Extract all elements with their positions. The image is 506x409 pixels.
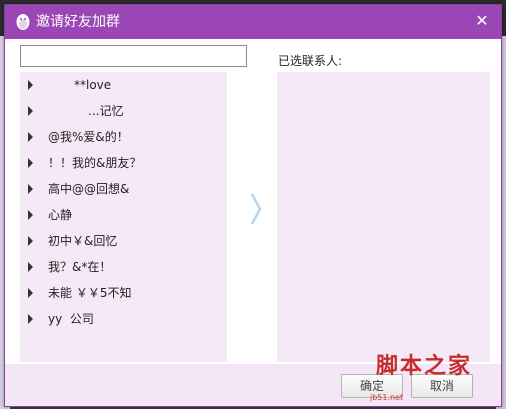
redacted-text	[48, 104, 88, 116]
friend-group-name: **love	[48, 77, 111, 93]
triangle-right-icon[interactable]	[28, 106, 33, 116]
friend-group-label: ！！我的&朋友？	[48, 156, 142, 170]
friend-group-name: @我%爱&的！	[48, 129, 129, 145]
selected-contacts-label: 已选联系人:	[278, 54, 343, 68]
search-input[interactable]	[20, 45, 247, 67]
triangle-right-icon[interactable]	[28, 184, 33, 194]
title-bar: 邀请好友加群 ✕	[5, 5, 501, 39]
friend-group-label: 高中@@回想&	[48, 182, 130, 196]
friend-group-item[interactable]: @我%爱&的！	[20, 124, 227, 150]
friend-group-name: 我？&*在！	[48, 259, 111, 275]
triangle-right-icon[interactable]	[28, 158, 33, 168]
redacted-text	[48, 78, 74, 90]
selected-contacts-list[interactable]	[277, 72, 490, 362]
friend-group-name: yy 公司	[48, 311, 94, 327]
friend-group-name: ...记忆	[48, 103, 123, 119]
friend-group-list[interactable]: **love ...记忆 @我%爱&的！ ！！我的&朋友？ 高中@@回想& 心静初中￥&回…	[20, 72, 227, 362]
friend-group-name: ！！我的&朋友？	[48, 155, 141, 171]
friend-group-label: **love	[74, 78, 112, 92]
friend-group-label: yy 公司	[48, 312, 94, 326]
triangle-right-icon[interactable]	[28, 262, 33, 272]
friend-group-label: 未能 ￥￥5不知	[48, 286, 132, 300]
watermark-url: jb51.net	[370, 393, 404, 402]
friend-group-label: 我？&*在！	[48, 260, 112, 274]
friend-group-label: 心静	[48, 208, 73, 222]
friend-group-item[interactable]: 我？&*在！	[20, 254, 227, 280]
friend-group-item[interactable]: ！！我的&朋友？	[20, 150, 227, 176]
dialog-content: **love ...记忆 @我%爱&的！ ！！我的&朋友？ 高中@@回想& 心静初中￥&回…	[5, 39, 501, 364]
friend-group-item[interactable]: ...记忆	[20, 98, 227, 124]
friend-group-name: 心静	[48, 207, 72, 223]
friend-group-name: 初中￥&回忆	[48, 233, 117, 249]
friend-group-item[interactable]: **love	[20, 72, 227, 98]
triangle-right-icon[interactable]	[28, 314, 33, 324]
window-title: 邀请好友加群	[36, 14, 120, 30]
friend-group-item[interactable]: 高中@@回想&	[20, 176, 227, 202]
friend-group-item[interactable]: 未能 ￥￥5不知	[20, 280, 227, 306]
friend-group-label: ...记忆	[88, 104, 124, 118]
watermark-logo: 脚本之家	[376, 353, 473, 379]
invite-friends-dialog: 邀请好友加群 ✕ **love ...记忆 @我%爱&的！ ！！我的&朋友？ 高中@@回…	[4, 4, 502, 407]
friend-group-item[interactable]: 心静	[20, 202, 227, 228]
penguin-icon	[16, 14, 30, 30]
chevron-right-icon[interactable]	[249, 192, 263, 226]
friend-group-label: 初中￥&回忆	[48, 234, 118, 248]
triangle-right-icon[interactable]	[28, 80, 33, 90]
triangle-right-icon[interactable]	[28, 210, 33, 220]
triangle-right-icon[interactable]	[28, 132, 33, 142]
friend-group-label: @我%爱&的！	[48, 130, 129, 144]
friend-group-name: 高中@@回想&	[48, 181, 129, 197]
close-icon[interactable]: ✕	[472, 11, 492, 31]
triangle-right-icon[interactable]	[28, 236, 33, 246]
friend-group-item[interactable]: yy 公司	[20, 306, 227, 332]
triangle-right-icon[interactable]	[28, 288, 33, 298]
friend-group-item[interactable]: 初中￥&回忆	[20, 228, 227, 254]
friend-group-name: 未能 ￥￥5不知	[48, 285, 131, 301]
